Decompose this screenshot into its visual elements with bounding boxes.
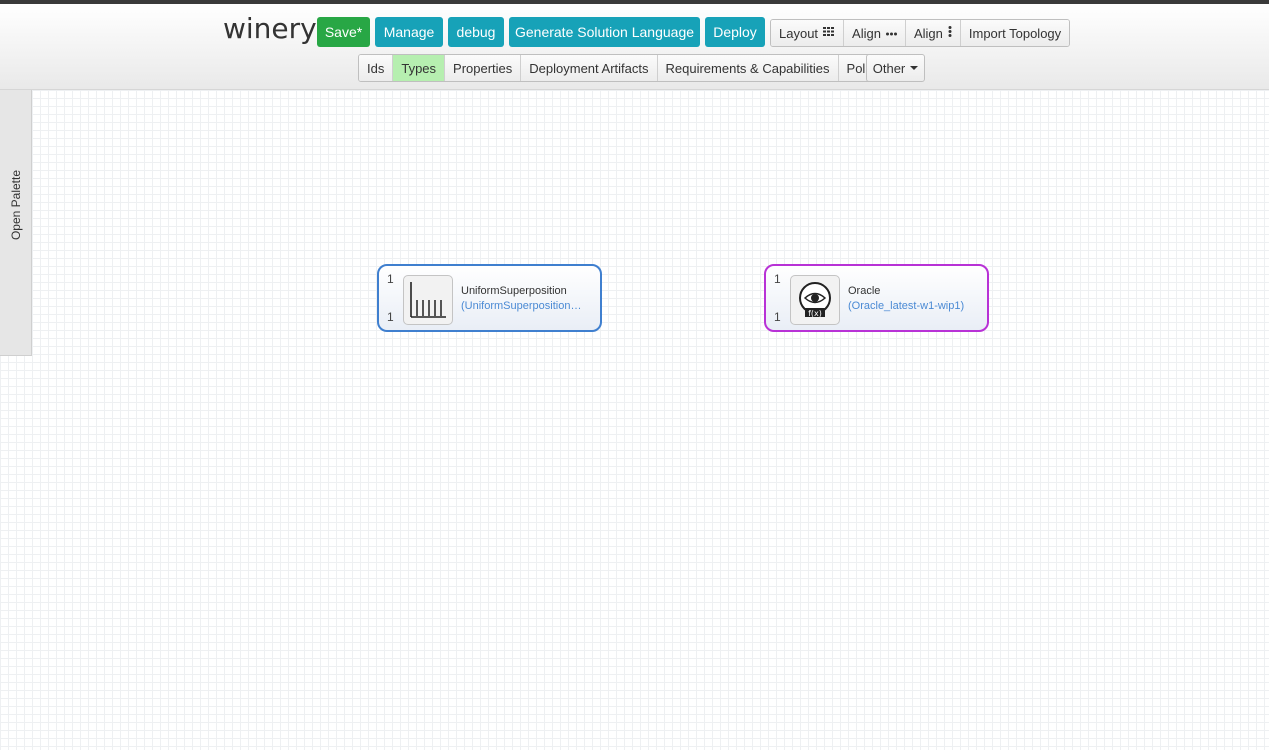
- node-max-instances: 1: [774, 310, 781, 324]
- node-type: (UniformSuperposition_lat…: [461, 300, 585, 312]
- topology-canvas[interactable]: [0, 90, 1269, 750]
- debug-button[interactable]: debug: [448, 17, 504, 47]
- toolbar-header: winery Save* Manage debug Generate Solut…: [0, 4, 1269, 90]
- view-tabs: Ids Types Properties Deployment Artifact…: [358, 54, 901, 82]
- tab-requirements-capabilities[interactable]: Requirements & Capabilities: [657, 55, 839, 81]
- ellipsis-vertical-icon: [948, 26, 952, 40]
- eye-function-icon: f(x): [790, 275, 840, 325]
- palette-label: Open Palette: [9, 169, 23, 241]
- align-vertical-button[interactable]: Align: [905, 20, 961, 46]
- grid-icon: [823, 27, 835, 39]
- tab-deployment-artifacts[interactable]: Deployment Artifacts: [521, 55, 658, 81]
- save-button[interactable]: Save*: [317, 17, 370, 47]
- ellipsis-horizontal-icon: [885, 28, 897, 39]
- deploy-button[interactable]: Deploy: [705, 17, 765, 47]
- other-dropdown-button[interactable]: Other: [866, 54, 925, 82]
- tab-types[interactable]: Types: [393, 55, 446, 81]
- import-topology-button[interactable]: Import Topology: [960, 20, 1070, 46]
- node-min-instances: 1: [774, 272, 781, 286]
- node-name: Oracle: [848, 285, 881, 297]
- node-name: UniformSuperposition: [461, 285, 567, 297]
- generate-solution-language-button[interactable]: Generate Solution Language: [509, 17, 700, 47]
- layout-tools-group: Layout Align Align Import Topology: [770, 19, 1071, 47]
- align-horizontal-button[interactable]: Align: [844, 20, 906, 46]
- open-palette-tab[interactable]: Open Palette: [0, 90, 32, 356]
- caret-down-icon: [910, 66, 919, 70]
- node-uniform-superposition[interactable]: 1 1 UniformSuperposition (UniformSuperpo…: [377, 264, 602, 332]
- histogram-icon: [403, 275, 453, 325]
- layout-button[interactable]: Layout: [771, 20, 845, 46]
- manage-button[interactable]: Manage: [375, 17, 443, 47]
- node-max-instances: 1: [387, 310, 394, 324]
- tab-ids[interactable]: Ids: [359, 55, 394, 81]
- node-type: (Oracle_latest-w1-wip1): [848, 300, 965, 312]
- app-title: winery: [223, 12, 317, 45]
- node-min-instances: 1: [387, 272, 394, 286]
- tab-properties[interactable]: Properties: [445, 55, 522, 81]
- node-oracle[interactable]: 1 1 f(x) Oracle (Oracle_latest-w1-wip1): [764, 264, 989, 332]
- svg-text:f(x): f(x): [808, 309, 822, 318]
